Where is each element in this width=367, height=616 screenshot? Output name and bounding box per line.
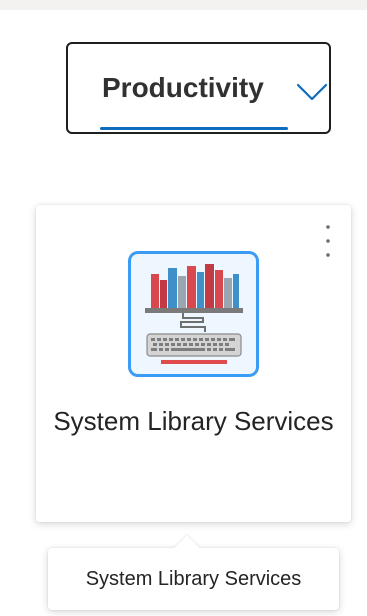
category-dropdown-label: Productivity [102,72,264,103]
library-books-computer-icon [145,264,243,364]
app-tile-title: System Library Services [53,406,334,436]
chevron-down-icon [296,83,328,101]
app-icon[interactable] [128,251,259,377]
category-dropdown[interactable]: Productivity [66,42,331,134]
tooltip-text: System Library Services [85,568,302,590]
dropdown-focus-underline [100,127,288,130]
app-tile[interactable]: System Library Services [36,205,351,522]
tooltip: System Library Services [48,535,339,610]
top-bar [0,0,367,10]
more-vertical-icon[interactable] [323,221,333,261]
